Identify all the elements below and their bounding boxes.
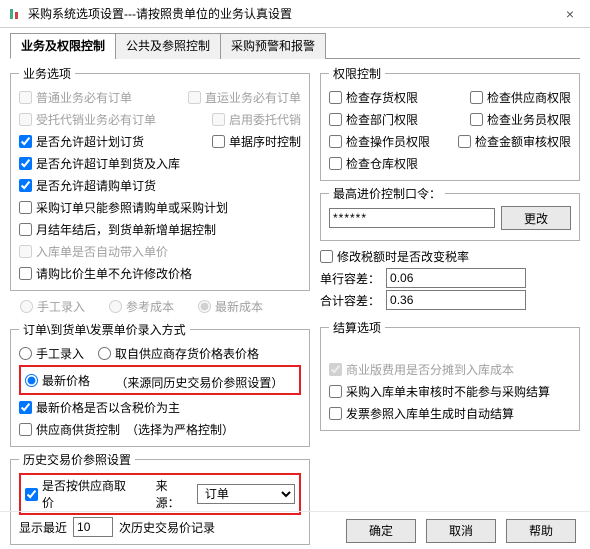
rb-vendor-price[interactable]: 取自供应商存货价格表价格 (98, 342, 259, 364)
cb-month-year-close[interactable]: 月结年结后，到货单新增单据控制 (19, 218, 216, 240)
cb-auto-price-in: 入库单是否自动带入单价 (19, 240, 168, 262)
close-button[interactable]: × (550, 0, 590, 28)
cancel-button[interactable]: 取消 (426, 519, 496, 543)
change-password-button[interactable]: 更改 (501, 206, 571, 230)
cb-check-dept[interactable]: 检查部门权限 (329, 108, 418, 130)
perm-group: 权限控制 检查存货权限 检查供应商权限 检查部门权限 检查业务员权限 检查操作员… (320, 65, 580, 181)
cb-doc-seq-ctrl[interactable]: 单据序时控制 (212, 130, 301, 152)
history-src-select[interactable]: 订单 (197, 484, 295, 504)
cb-check-wh[interactable]: 检查仓库权限 (329, 152, 418, 174)
price-entry-legend: 订单\到货单\发票单价录入方式 (19, 321, 190, 338)
cb-vendor-supply-ctrl[interactable]: 供应商供货控制 (19, 418, 120, 440)
window-title: 采购系统选项设置---请按照贵单位的业务认真设置 (28, 5, 550, 22)
price-entry-group: 订单\到货单\发票单价录入方式 手工录入 取自供应商存货价格表价格 最新价格 （… (10, 321, 310, 447)
cb-req-compare-noedit[interactable]: 请购比价生单不允许修改价格 (19, 262, 192, 284)
app-icon (6, 6, 22, 22)
latest-price-note: （来源同历史交易价参照设置） (115, 374, 283, 391)
price-ctrl-group: 最高进价控制口令： 更改 (320, 185, 580, 241)
sum-tol-input[interactable] (386, 290, 526, 310)
cb-by-vendor-price[interactable]: 是否按供应商取价 (25, 477, 136, 511)
highlight-latest-price: 最新价格 （来源同历史交易价参照设置） (19, 365, 301, 395)
titlebar: 采购系统选项设置---请按照贵单位的业务认真设置 × (0, 0, 590, 28)
cb-normal-order: 普通业务必有订单 (19, 86, 132, 108)
cb-consign-order: 受托代销业务必有订单 (19, 108, 156, 130)
cb-check-operator[interactable]: 检查操作员权限 (329, 130, 430, 152)
cb-check-vendor[interactable]: 检查供应商权限 (470, 86, 571, 108)
history-price-legend: 历史交易价参照设置 (19, 451, 135, 468)
rb-latest-price[interactable]: 最新价格 (25, 369, 90, 391)
cb-change-taxrate[interactable]: 修改税额时是否改变税率 (320, 245, 469, 267)
tab-business-perm[interactable]: 业务及权限控制 (10, 33, 116, 59)
tab-public-ref[interactable]: 公共及参照控制 (115, 33, 221, 59)
perm-legend: 权限控制 (329, 65, 385, 82)
footer: 确定 取消 帮助 (0, 511, 590, 549)
unit-tol-input[interactable] (386, 268, 526, 288)
settle-group: 结算选项 商业版费用是否分摊到入库成本 采购入库单未审核时不能参与采购结算 发票… (320, 319, 580, 431)
cb-latest-incl-tax[interactable]: 最新价格是否以含税价为主 (19, 396, 180, 418)
biz-options-group: 业务选项 普通业务必有订单 直运业务必有订单 受托代销业务必有订单 启用委托代销… (10, 65, 310, 291)
cb-order-ref-only[interactable]: 采购订单只能参照请购单或采购计划 (19, 196, 228, 218)
price-ctrl-password[interactable] (329, 208, 495, 228)
history-src-label: 来源： (156, 477, 191, 511)
cb-enable-consign: 启用委托代销 (212, 108, 301, 130)
cb-direct-order: 直运业务必有订单 (188, 86, 301, 108)
tab-alert[interactable]: 采购预警和报警 (220, 33, 326, 59)
cb-check-inv[interactable]: 检查存货权限 (329, 86, 418, 108)
cost-radio-group: 手工录入 参考成本 最新成本 (10, 295, 310, 317)
ok-button[interactable]: 确定 (346, 519, 416, 543)
rb-manual[interactable]: 手工录入 (19, 342, 84, 364)
cb-overorder-arrival[interactable]: 是否允许超订单到货及入库 (19, 152, 180, 174)
cb-in-unaudited[interactable]: 采购入库单未审核时不能参与采购结算 (329, 380, 550, 402)
cb-check-amount[interactable]: 检查金额审核权限 (458, 130, 571, 152)
biz-options-legend: 业务选项 (19, 65, 75, 82)
cb-invoice-auto-settle[interactable]: 发票参照入库单生成时自动结算 (329, 402, 514, 424)
highlight-history-row: 是否按供应商取价 来源： 订单 (19, 473, 301, 515)
cb-overplan-order[interactable]: 是否允许超计划订货 (19, 130, 144, 152)
cb-check-bizperson[interactable]: 检查业务员权限 (470, 108, 571, 130)
sum-tol-label: 合计容差： (320, 292, 380, 309)
cb-biz-cost-share: 商业版费用是否分摊到入库成本 (329, 358, 514, 380)
tabs: 业务及权限控制 公共及参照控制 采购预警和报警 (10, 32, 580, 59)
vendor-supply-note: （选择为严格控制） (126, 421, 234, 438)
unit-tol-label: 单行容差： (320, 270, 380, 287)
cb-overreq-order[interactable]: 是否允许超请购单订货 (19, 174, 156, 196)
help-button[interactable]: 帮助 (506, 519, 576, 543)
settle-legend: 结算选项 (329, 319, 385, 336)
price-ctrl-legend: 最高进价控制口令： (329, 185, 445, 202)
